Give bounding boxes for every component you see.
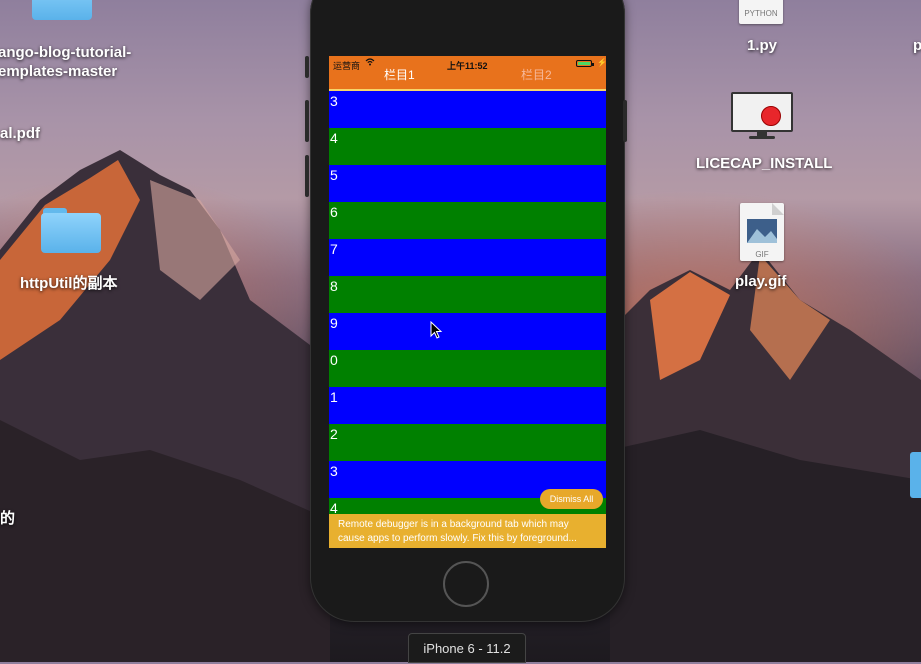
- list-item-label: 3: [330, 463, 338, 479]
- dismiss-all-button[interactable]: Dismiss All: [540, 489, 603, 509]
- scroll-list[interactable]: 3456789012345: [329, 91, 606, 548]
- list-item-label: 5: [330, 167, 338, 183]
- tab-column-2[interactable]: 栏目2: [521, 66, 552, 83]
- list-item[interactable]: 2: [329, 424, 606, 461]
- desktop-item-label: ango-blog-tutorial-: [0, 44, 132, 61]
- desktop-item-label: p: [913, 37, 921, 54]
- desktop-item-label: 的: [0, 510, 16, 527]
- installer-icon[interactable]: [731, 92, 793, 139]
- list-item-label: 7: [330, 241, 338, 257]
- top-tab-bar: 运营商 上午11:52 ⚡ 栏目1 栏目2: [329, 56, 606, 91]
- gif-file-icon[interactable]: GIF: [740, 203, 784, 261]
- tab-column-1[interactable]: 栏目1: [384, 66, 415, 83]
- list-item-label: 9: [330, 315, 338, 331]
- volume-button: [305, 155, 309, 197]
- device-name-label: iPhone 6 - 11.2: [408, 633, 526, 663]
- list-item[interactable]: 7: [329, 239, 606, 276]
- python-file-icon[interactable]: PYTHON: [739, 0, 783, 24]
- list-item-label: 8: [330, 278, 338, 294]
- list-item[interactable]: 0: [329, 350, 606, 387]
- list-item-label: 1: [330, 389, 338, 405]
- list-item[interactable]: 5: [329, 165, 606, 202]
- list-item-label: 2: [330, 426, 338, 442]
- file-ext-label: PYTHON: [744, 9, 778, 18]
- desktop-item-label: play.gif: [735, 273, 787, 290]
- desktop-item-label: 1.py: [747, 37, 778, 54]
- home-button[interactable]: [443, 561, 489, 607]
- wifi-icon: [365, 58, 375, 68]
- list-item-label: 6: [330, 204, 338, 220]
- volume-button: [305, 100, 309, 142]
- yellowbox-warning[interactable]: Remote debugger is in a background tab w…: [329, 514, 606, 548]
- list-item-label: 4: [330, 130, 338, 146]
- list-item[interactable]: 6: [329, 202, 606, 239]
- desktop-item-httputil-folder[interactable]: httpUtil的副本: [20, 272, 117, 293]
- desktop-item-label: LICECAP_INSTALL: [696, 155, 833, 172]
- list-item[interactable]: 4: [329, 128, 606, 165]
- volume-button: [305, 56, 309, 78]
- battery-icon: [576, 60, 594, 67]
- desktop-item-playgif[interactable]: play.gif: [735, 273, 786, 290]
- list-item[interactable]: 1: [329, 387, 606, 424]
- list-item[interactable]: 3: [329, 91, 606, 128]
- list-item-label: 3: [330, 93, 338, 109]
- carrier-label: 运营商: [333, 61, 361, 71]
- desktop-item-django-folder[interactable]: ango-blog-tutorial- emplates-master: [0, 44, 131, 80]
- desktop-item-1py[interactable]: 1.py: [747, 37, 777, 54]
- list-item-label: 0: [330, 352, 338, 368]
- power-button: [623, 100, 627, 142]
- charging-bolt-icon: ⚡: [597, 58, 606, 67]
- desktop-item-partial-right[interactable]: p: [913, 37, 921, 54]
- list-item[interactable]: 8: [329, 276, 606, 313]
- desktop-item-label: httpUtil的副本: [20, 275, 118, 292]
- list-item[interactable]: 9: [329, 313, 606, 350]
- folder-icon[interactable]: [910, 452, 921, 498]
- file-ext-label: GIF: [755, 250, 769, 259]
- desktop-item-pdf[interactable]: al.pdf: [0, 125, 40, 142]
- status-bar: 运营商 上午11:52 ⚡: [329, 56, 606, 71]
- desktop-item-label: al.pdf: [0, 125, 40, 142]
- desktop-item-label: emplates-master: [0, 63, 118, 80]
- status-time: 上午11:52: [447, 61, 488, 71]
- app-screen: 运营商 上午11:52 ⚡ 栏目1 栏目2 3456789012345 Dism…: [329, 56, 606, 548]
- desktop-item-partial[interactable]: 的: [0, 507, 15, 528]
- mouse-cursor-icon: [430, 321, 443, 339]
- image-preview-icon: [747, 219, 777, 243]
- desktop-item-licecap[interactable]: LICECAP_INSTALL: [696, 155, 832, 172]
